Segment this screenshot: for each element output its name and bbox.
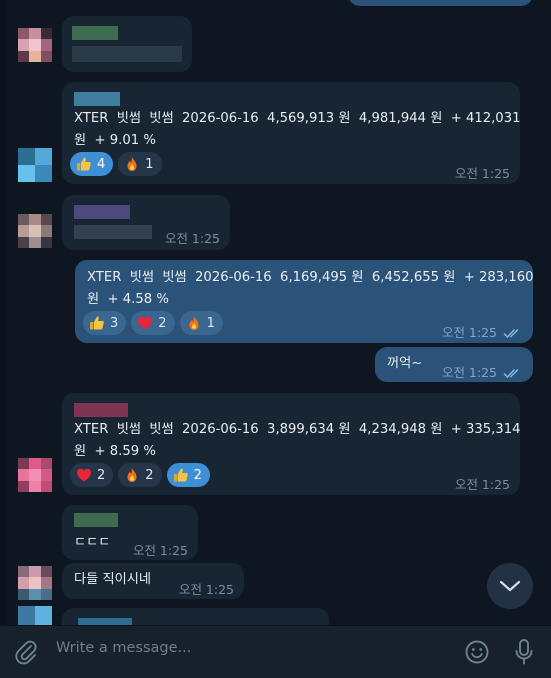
- heart-icon: [137, 315, 153, 331]
- message-bubble-incoming[interactable]: 오전 1:25: [62, 195, 230, 250]
- chat-left-edge: [0, 0, 6, 625]
- reaction-thumbs-up[interactable]: 3: [83, 311, 127, 335]
- avatar[interactable]: [18, 28, 52, 62]
- scroll-to-bottom-button[interactable]: [487, 563, 533, 609]
- message-text: XTER 빗썸 빗썸 2026-06-16 3,899,634 원 4,234,…: [74, 422, 521, 459]
- sender-name-blurred: [74, 92, 120, 106]
- message-bubble-incoming-partial[interactable]: [62, 608, 329, 625]
- message-bubble-outgoing-partial[interactable]: [348, 0, 533, 6]
- message-composer: Write a message...: [0, 625, 551, 678]
- sender-name-blurred: [74, 403, 128, 417]
- message-text-blurred: [74, 225, 152, 239]
- reactions: 3 2 1: [83, 311, 223, 335]
- message-bubble-incoming[interactable]: XTER 빗썸 빗썸 2026-06-16 4,569,913 원 4,981,…: [62, 82, 520, 184]
- reaction-thumbs-up[interactable]: 4: [70, 152, 114, 176]
- message-time: 오전 1:25: [454, 166, 510, 181]
- thumbs-up-icon: [89, 315, 105, 331]
- reactions: 4 1: [70, 152, 162, 176]
- message-text: XTER 빗썸 빗썸 2026-06-16 4,569,913 원 4,981,…: [74, 111, 521, 148]
- fire-icon: [124, 467, 140, 483]
- thumbs-up-icon: [76, 156, 92, 172]
- message-time: 오전 1:25: [441, 365, 497, 380]
- message-bubble-incoming[interactable]: 다들 직이시네 오전 1:25: [62, 563, 244, 599]
- chat-area[interactable]: XTER 빗썸 빗썸 2026-06-16 4,569,913 원 4,981,…: [0, 0, 551, 625]
- message-text: ㄷㄷㄷ: [74, 535, 111, 550]
- microphone-icon[interactable]: [513, 638, 535, 670]
- message-bubble-outgoing[interactable]: XTER 빗썸 빗썸 2026-06-16 6,169,495 원 6,452,…: [75, 260, 533, 343]
- message-bubble-outgoing[interactable]: 꺼억~ 오전 1:25: [375, 347, 533, 382]
- chevron-down-icon: [499, 580, 521, 592]
- message-text: 꺼억~: [387, 356, 423, 371]
- sender-name-blurred: [74, 205, 130, 219]
- message-bubble-incoming[interactable]: ㄷㄷㄷ 오전 1:25: [62, 505, 198, 560]
- message-time: 오전 1:25: [164, 231, 220, 246]
- sender-name-blurred: [72, 26, 118, 40]
- message-bubble-incoming[interactable]: [62, 16, 192, 72]
- reaction-fire[interactable]: 1: [179, 311, 223, 335]
- avatar[interactable]: [18, 214, 52, 248]
- double-check-icon: [503, 364, 523, 383]
- message-time: 오전 1:25: [441, 325, 497, 340]
- avatar[interactable]: [18, 148, 52, 182]
- reaction-heart[interactable]: 2: [70, 463, 114, 487]
- message-time: 오전 1:25: [178, 582, 234, 597]
- avatar[interactable]: [18, 458, 52, 492]
- message-time: 오전 1:25: [132, 543, 188, 558]
- message-text: 다들 직이시네: [74, 572, 151, 587]
- reactions: 2 2 2: [70, 463, 210, 487]
- thumbs-up-icon: [173, 467, 189, 483]
- sender-name-blurred: [74, 513, 118, 527]
- reaction-fire[interactable]: 2: [118, 463, 162, 487]
- reaction-heart[interactable]: 2: [131, 311, 175, 335]
- message-text-blurred: [72, 46, 182, 62]
- avatar[interactable]: [18, 606, 52, 625]
- fire-icon: [124, 156, 140, 172]
- smile-icon[interactable]: [464, 639, 490, 669]
- reaction-fire[interactable]: 1: [118, 152, 162, 176]
- fire-icon: [186, 315, 202, 331]
- double-check-icon: [503, 324, 523, 343]
- message-bubble-incoming[interactable]: XTER 빗썸 빗썸 2026-06-16 3,899,634 원 4,234,…: [62, 393, 520, 495]
- message-input[interactable]: Write a message...: [56, 640, 191, 656]
- message-time: 오전 1:25: [454, 477, 510, 492]
- avatar[interactable]: [18, 566, 52, 600]
- paperclip-icon[interactable]: [14, 639, 38, 669]
- sender-name-blurred: [78, 618, 132, 625]
- reaction-thumbs-up[interactable]: 2: [166, 463, 210, 487]
- heart-icon: [76, 467, 92, 483]
- message-text: XTER 빗썸 빗썸 2026-06-16 6,169,495 원 6,452,…: [87, 270, 534, 307]
